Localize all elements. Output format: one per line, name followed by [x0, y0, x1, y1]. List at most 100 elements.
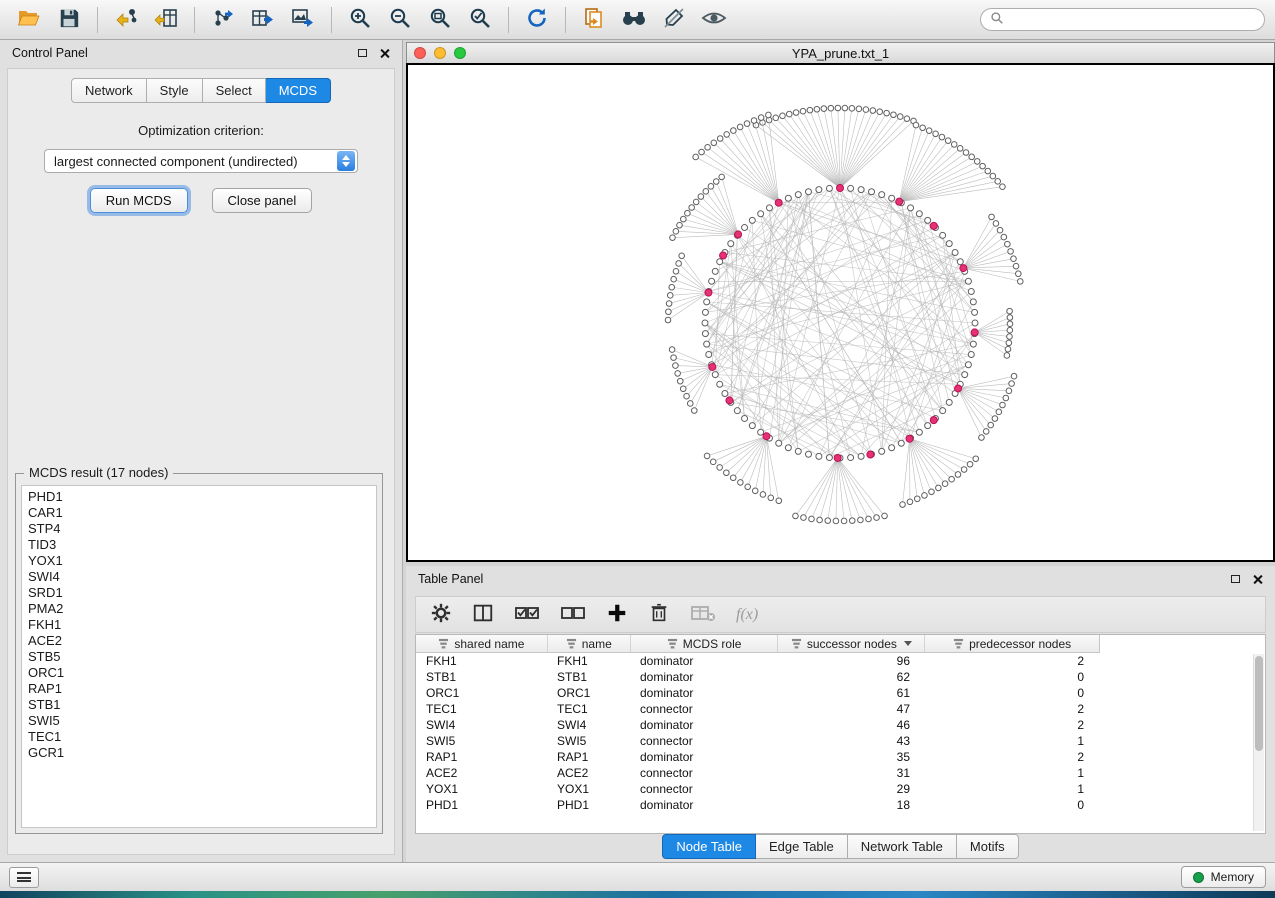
network-node[interactable] — [677, 378, 683, 384]
network-node[interactable] — [993, 221, 999, 227]
network-node[interactable] — [724, 470, 730, 476]
network-node[interactable] — [673, 229, 679, 235]
network-node[interactable] — [742, 415, 748, 421]
network-node[interactable] — [922, 493, 928, 499]
network-node[interactable] — [673, 363, 679, 369]
network-node[interactable] — [705, 145, 711, 151]
mcds-result-item[interactable]: ACE2 — [28, 633, 370, 649]
network-node[interactable] — [719, 174, 725, 180]
network-node[interactable] — [945, 138, 951, 144]
network-node[interactable] — [669, 284, 675, 290]
network-node[interactable] — [997, 227, 1003, 233]
column-header-mcds-role[interactable]: MCDS role — [631, 635, 779, 652]
mcds-result-item[interactable]: TEC1 — [28, 729, 370, 745]
mcds-hub-node[interactable] — [867, 451, 874, 458]
network-node[interactable] — [985, 168, 991, 174]
network-node[interactable] — [858, 187, 864, 193]
close-panel-button[interactable]: Close panel — [212, 188, 313, 213]
network-node[interactable] — [972, 309, 978, 315]
network-node[interactable] — [731, 128, 737, 134]
select-all-columns-button[interactable] — [514, 602, 540, 627]
network-node[interactable] — [916, 429, 922, 435]
network-node[interactable] — [884, 110, 890, 116]
network-node[interactable] — [988, 422, 994, 428]
network-node[interactable] — [805, 451, 811, 457]
network-node[interactable] — [841, 518, 847, 524]
mcds-hub-node[interactable] — [834, 454, 841, 461]
zoom-out-button[interactable] — [381, 4, 419, 36]
network-node[interactable] — [1001, 234, 1007, 240]
network-node[interactable] — [965, 278, 971, 284]
network-node[interactable] — [1003, 395, 1009, 401]
network-canvas[interactable] — [406, 63, 1275, 562]
network-node[interactable] — [817, 517, 823, 523]
network-node[interactable] — [990, 173, 996, 179]
network-node[interactable] — [952, 249, 958, 255]
network-node[interactable] — [1007, 315, 1013, 321]
network-node[interactable] — [704, 341, 710, 347]
show-hide-button[interactable] — [695, 4, 733, 36]
network-node[interactable] — [957, 259, 963, 265]
network-node[interactable] — [793, 513, 799, 519]
network-node[interactable] — [1005, 346, 1011, 352]
network-node[interactable] — [742, 225, 748, 231]
scrollbar-thumb[interactable] — [1255, 656, 1263, 751]
mcds-hub-node[interactable] — [960, 265, 967, 272]
network-node[interactable] — [879, 192, 885, 198]
network-node[interactable] — [1008, 249, 1014, 255]
network-node[interactable] — [996, 409, 1002, 415]
search-input[interactable] — [1010, 13, 1255, 27]
network-node[interactable] — [968, 352, 974, 358]
zoom-selected-button[interactable] — [461, 4, 499, 36]
network-node[interactable] — [712, 372, 718, 378]
annotations-button[interactable] — [655, 4, 693, 36]
network-node[interactable] — [877, 109, 883, 115]
network-node[interactable] — [786, 111, 792, 117]
network-node[interactable] — [749, 423, 755, 429]
network-node[interactable] — [809, 516, 815, 522]
network-node[interactable] — [689, 205, 695, 211]
network-node[interactable] — [785, 195, 791, 201]
table-row[interactable]: PHD1PHD1dominator180 — [416, 797, 1265, 813]
network-node[interactable] — [967, 461, 973, 467]
network-node[interactable] — [734, 408, 740, 414]
create-column-button[interactable] — [606, 602, 628, 627]
network-node[interactable] — [889, 445, 895, 451]
network-node[interactable] — [698, 194, 704, 200]
mcds-result-item[interactable]: FKH1 — [28, 617, 370, 633]
network-node[interactable] — [671, 355, 677, 361]
network-node[interactable] — [751, 118, 757, 124]
network-node[interactable] — [913, 122, 919, 128]
network-node[interactable] — [968, 288, 974, 294]
network-node[interactable] — [1006, 388, 1012, 394]
network-node[interactable] — [946, 399, 952, 405]
network-node[interactable] — [949, 476, 955, 482]
table-row[interactable]: ACE2ACE2connector311 — [416, 765, 1265, 781]
network-node[interactable] — [699, 149, 705, 155]
zoom-in-button[interactable] — [341, 4, 379, 36]
network-node[interactable] — [795, 192, 801, 198]
first-neighbors-button[interactable] — [615, 4, 653, 36]
network-node[interactable] — [828, 105, 834, 111]
network-node[interactable] — [785, 445, 791, 451]
network-node[interactable] — [712, 268, 718, 274]
table-scrollbar[interactable] — [1253, 654, 1264, 831]
mcds-result-item[interactable]: STB5 — [28, 649, 370, 665]
delete-table-button[interactable] — [690, 602, 716, 627]
network-node[interactable] — [738, 480, 744, 486]
network-node[interactable] — [702, 309, 708, 315]
close-panel-icon[interactable] — [379, 48, 390, 59]
network-node[interactable] — [722, 391, 728, 397]
network-node[interactable] — [760, 492, 766, 498]
mcds-hub-node[interactable] — [896, 198, 903, 205]
mcds-hub-node[interactable] — [837, 185, 844, 192]
network-node[interactable] — [826, 185, 832, 191]
export-image-button[interactable] — [284, 4, 322, 36]
network-node[interactable] — [826, 455, 832, 461]
network-node[interactable] — [749, 217, 755, 223]
network-node[interactable] — [1005, 241, 1011, 247]
memory-button[interactable]: Memory — [1181, 866, 1266, 888]
mcds-result-item[interactable]: CAR1 — [28, 505, 370, 521]
network-node[interactable] — [961, 467, 967, 473]
network-node[interactable] — [704, 299, 710, 305]
